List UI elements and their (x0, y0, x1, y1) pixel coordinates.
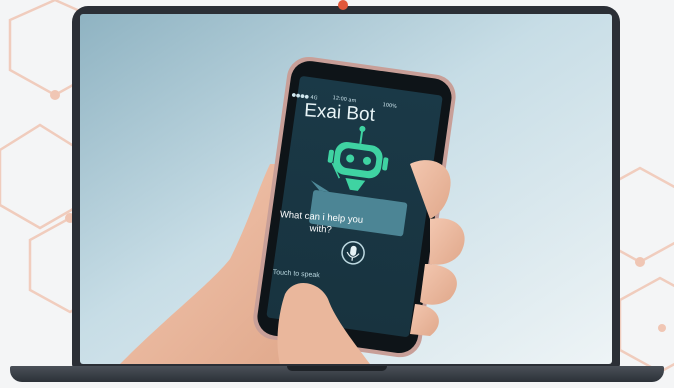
laptop-hinge-notch (287, 366, 387, 371)
webcam-dot (338, 0, 348, 10)
laptop-screen: ●●●● 4G 12:00 am 100% Exai Bot What can … (80, 14, 612, 364)
photo-hand-holding-phone (80, 14, 612, 364)
